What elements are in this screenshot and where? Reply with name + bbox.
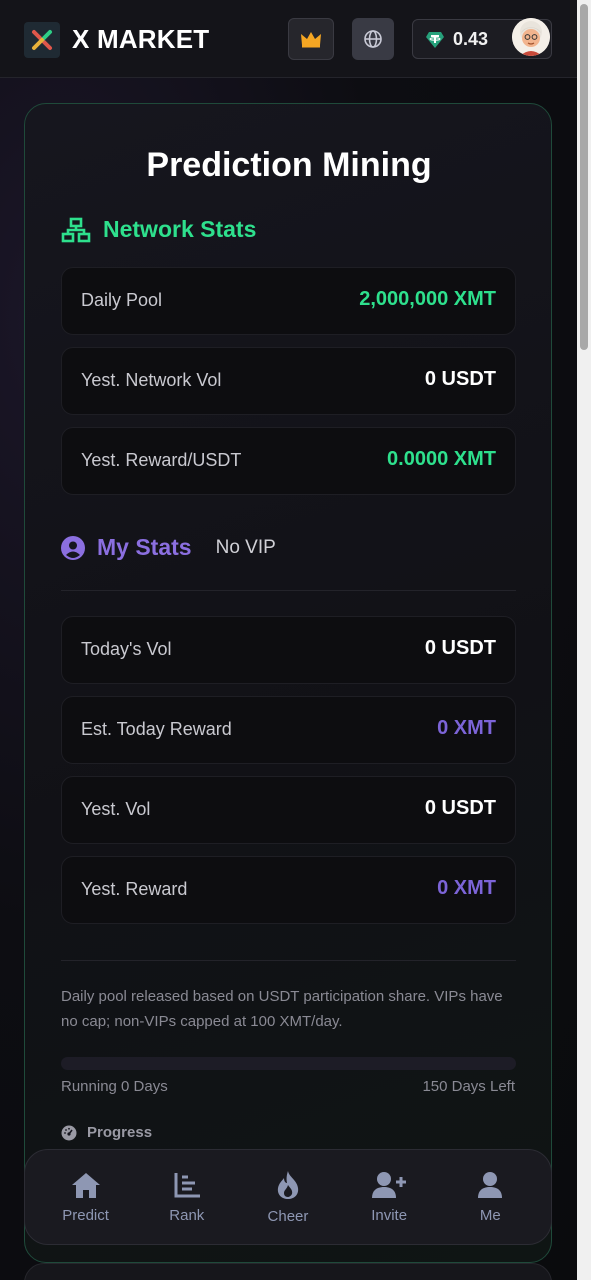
balance-value: 0.43 [453,29,489,49]
bottom-nav: Predict Rank Cheer Invite Me [24,1149,552,1245]
user-plus-icon [372,1171,407,1198]
vip-status: No VIP [215,536,276,558]
network-icon [61,217,91,242]
stat-row-network-vol: Yest. Network Vol 0 USDT [61,347,516,415]
top-header: X MARKET 0.43 [0,0,577,78]
avatar[interactable] [512,18,550,56]
nav-item-predict[interactable]: Predict [41,1171,131,1224]
vip-crown-button[interactable] [288,18,334,60]
gauge-icon [61,1125,77,1140]
divider [61,590,516,591]
my-stats-heading: My Stats No VIP [61,534,276,561]
mining-card: Prediction Mining Network Stats Daily Po… [24,103,552,1263]
stat-row-yest-reward: Yest. Reward 0 XMT [61,856,516,924]
stat-row-est-today-reward: Est. Today Reward 0 XMT [61,696,516,764]
days-left: 150 Days Left [422,1078,515,1095]
nav-item-rank[interactable]: Rank [142,1171,232,1224]
language-button[interactable] [352,18,394,60]
running-days: Running 0 Days [61,1078,168,1095]
stat-row-yest-vol: Yest. Vol 0 USDT [61,776,516,844]
scrollbar-thumb[interactable] [580,4,588,350]
tether-icon [426,32,444,48]
nav-item-invite[interactable]: Invite [344,1171,434,1224]
home-icon [71,1172,100,1198]
divider [61,960,516,961]
page-scrollbar[interactable] [577,0,591,1280]
x-logo-icon[interactable] [24,22,60,58]
fire-icon [277,1170,299,1199]
network-stats-heading: Network Stats [61,216,256,243]
progress-heading: Progress [61,1124,152,1141]
stat-row-reward-per-usdt: Yest. Reward/USDT 0.0000 XMT [61,427,516,495]
globe-icon [364,30,382,48]
next-card-peek [24,1263,552,1280]
nav-item-me[interactable]: Me [445,1171,535,1224]
crown-icon [301,32,321,48]
nav-item-cheer[interactable]: Cheer [243,1170,333,1225]
user-icon [478,1171,503,1198]
brand-name[interactable]: X MARKET [72,24,209,55]
user-circle-icon [61,535,85,560]
pool-note: Daily pool released based on USDT partic… [61,988,503,1030]
stat-row-today-vol: Today's Vol 0 USDT [61,616,516,684]
page-title: Prediction Mining [146,146,432,184]
stat-row-daily-pool: Daily Pool 2,000,000 XMT [61,267,516,335]
progress-bar [61,1057,516,1070]
chart-icon [174,1172,200,1197]
